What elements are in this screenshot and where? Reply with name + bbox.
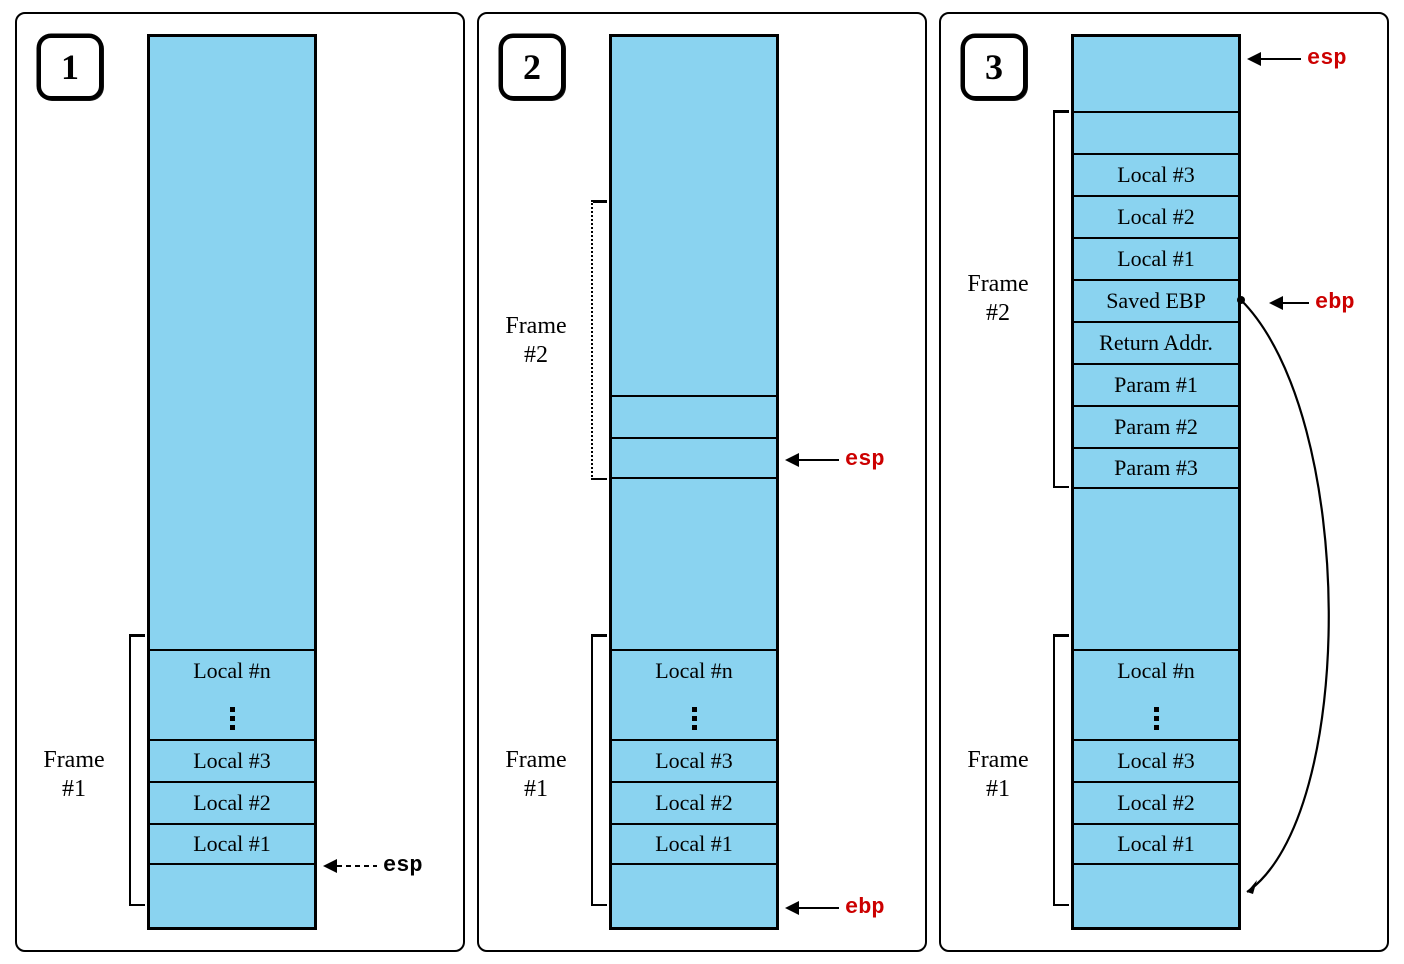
panel-3: 3 Local #n Local #3 Local #2 Local #1 Pa… <box>939 12 1389 952</box>
cell-param-1: Param #1 <box>1074 363 1238 405</box>
stack-column: Local #n Local #3 Local #2 Local #1 Para… <box>1071 34 1241 930</box>
saved-ebp-link-arrow <box>1237 296 1377 916</box>
esp-pointer: esp <box>323 853 423 878</box>
cell-local-3: Local #3 <box>1074 739 1238 781</box>
frame-1-label: Frame#1 <box>953 746 1043 804</box>
cell-param-2: Param #2 <box>1074 405 1238 447</box>
cell-param-3: Param #3 <box>1074 447 1238 489</box>
cell-local-n: Local #n <box>612 649 776 691</box>
stack-column: Local #n Local #3 Local #2 Local #1 <box>609 34 779 930</box>
panel-number-badge: 3 <box>961 34 1027 100</box>
frame-1-bracket <box>1053 634 1055 906</box>
cell-f2-local-1: Local #1 <box>1074 237 1238 279</box>
cell-f2-local-2: Local #2 <box>1074 195 1238 237</box>
panel-number-badge: 1 <box>37 34 103 100</box>
cell-local-1: Local #1 <box>150 823 314 865</box>
cell-local-3: Local #3 <box>150 739 314 781</box>
cell-local-2: Local #2 <box>150 781 314 823</box>
panel-1: 1 Local #n Local #3 Local #2 Local #1 Fr… <box>15 12 465 952</box>
ebp-pointer: ebp <box>1269 290 1355 315</box>
cell-local-2: Local #2 <box>612 781 776 823</box>
frame-1-label: Frame#1 <box>29 746 119 804</box>
ellipsis-icon <box>1074 697 1238 739</box>
frame-1-label: Frame#1 <box>491 746 581 804</box>
saved-ebp-dot <box>1237 296 1245 304</box>
frame-2-bracket <box>1053 110 1055 488</box>
frame-2-label: Frame#2 <box>491 312 581 370</box>
cell-local-1: Local #1 <box>1074 823 1238 865</box>
frame-1-bracket <box>591 634 593 906</box>
frame-2-bracket <box>591 200 593 480</box>
esp-pointer: esp <box>785 447 885 472</box>
panel-number-badge: 2 <box>499 34 565 100</box>
cell-local-1: Local #1 <box>612 823 776 865</box>
cell-empty <box>612 437 776 479</box>
cell-local-n: Local #n <box>150 649 314 691</box>
frame-2-label: Frame#2 <box>953 270 1043 328</box>
ebp-pointer: ebp <box>785 895 885 920</box>
frame-1-bracket <box>129 634 131 906</box>
cell-local-n: Local #n <box>1074 649 1238 691</box>
ellipsis-icon <box>612 697 776 739</box>
cell-return-addr: Return Addr. <box>1074 321 1238 363</box>
cell-local-3: Local #3 <box>612 739 776 781</box>
cell-f2-local-3: Local #3 <box>1074 153 1238 195</box>
panel-2: 2 Local #n Local #3 Local #2 Local #1 Fr… <box>477 12 927 952</box>
cell-empty <box>612 395 776 437</box>
ellipsis-icon <box>150 697 314 739</box>
cell-local-2: Local #2 <box>1074 781 1238 823</box>
stack-column: Local #n Local #3 Local #2 Local #1 <box>147 34 317 930</box>
esp-pointer: esp <box>1247 46 1347 71</box>
cell-empty-top <box>1074 111 1238 153</box>
cell-saved-ebp: Saved EBP <box>1074 279 1238 321</box>
